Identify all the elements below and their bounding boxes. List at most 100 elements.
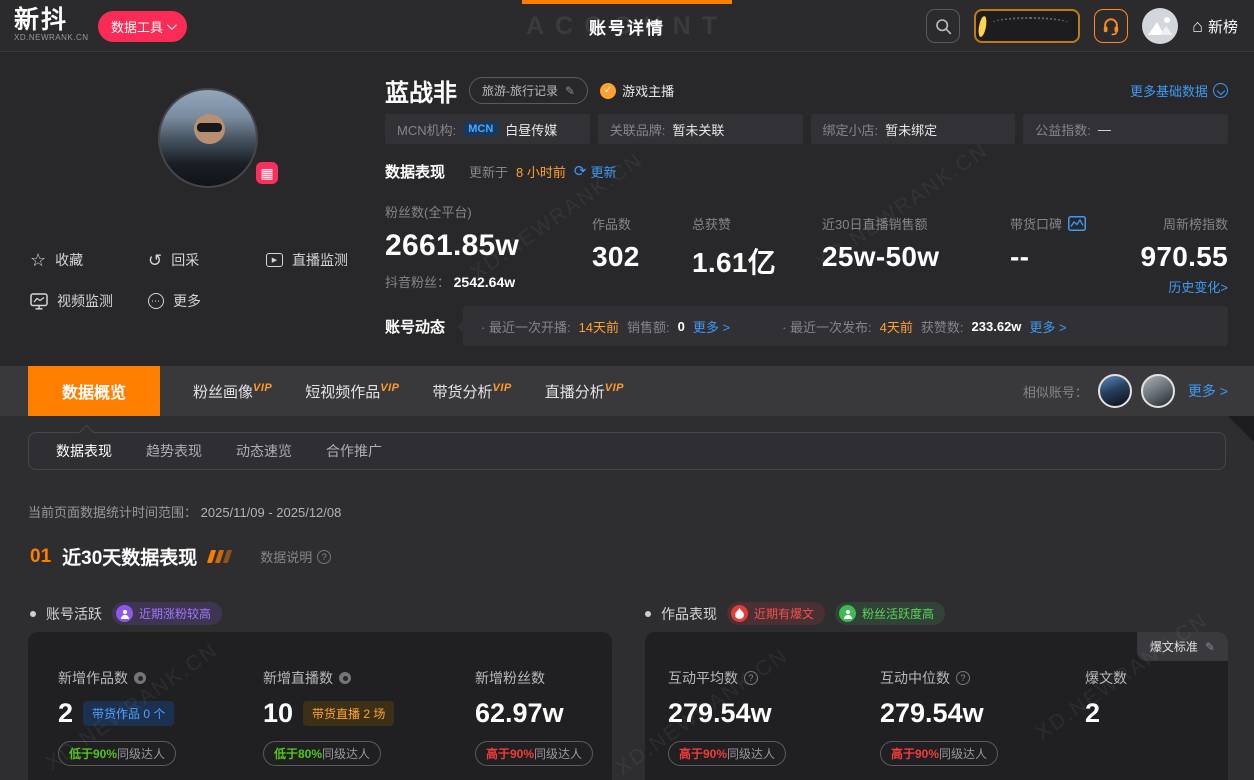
publish-more-link[interactable]: 更多 > <box>1029 317 1066 336</box>
eye-icon[interactable] <box>339 672 351 684</box>
compare-pill: 高于90% 同级达人 <box>475 741 593 766</box>
publish-likes-label: 获赞数: <box>921 317 964 336</box>
info-box-shop: 绑定小店: 暂未绑定 <box>811 114 1016 144</box>
sales-value: 25w-50w <box>822 241 939 273</box>
similar-account-avatar-1[interactable] <box>1098 374 1132 408</box>
compare-pill: 高于90% 同级达人 <box>668 741 786 766</box>
bullet-icon <box>30 611 36 617</box>
statistics-range: 当前页面数据统计时间范围： 2025/11/09 - 2025/12/08 <box>28 502 341 521</box>
group-works-performance-title: 作品表现 <box>661 604 717 624</box>
trend-chart-icon[interactable] <box>1068 216 1086 231</box>
action-recollect[interactable]: ↺ 回采 <box>148 250 199 270</box>
refresh-link[interactable]: ⟳ 更新 <box>574 162 617 181</box>
circle-chevron-down-icon <box>1213 83 1228 98</box>
tab-fans-portrait[interactable]: 粉丝画像VIP <box>193 381 272 402</box>
viral-count-value: 2 <box>1085 698 1100 729</box>
median-interaction-value: 279.54w <box>880 698 984 729</box>
tab-live-analysis[interactable]: 直播分析VIP <box>545 381 624 402</box>
data-performance-title: 数据表现 <box>385 161 445 182</box>
subtab-trend[interactable]: 趋势表现 <box>129 441 219 461</box>
account-avatar: ▦ <box>158 88 258 188</box>
bullet-icon <box>645 611 651 617</box>
section-number: 01 <box>30 546 51 568</box>
avatar-placeholder-icon <box>1142 8 1178 44</box>
avg-interaction-value: 279.54w <box>668 698 772 729</box>
tab-live-analysis-label: 直播分析 <box>545 381 605 402</box>
subtab-cooperation[interactable]: 合作推广 <box>309 441 399 461</box>
likes-value: 1.61亿 <box>692 241 776 281</box>
live-more-link[interactable]: 更多 > <box>693 317 730 336</box>
search-button[interactable] <box>926 9 960 43</box>
action-favorite[interactable]: ☆ 收藏 <box>30 250 83 270</box>
activity-panel: · 最近一次开播: 14天前 销售额: 0 更多 > · 最近一次发布: 4天前… <box>463 306 1228 346</box>
similar-accounts-more-link[interactable]: 更多 > <box>1188 381 1228 401</box>
badge-fan-growth-label: 近期涨粉较高 <box>139 605 211 622</box>
similar-account-avatar-2[interactable] <box>1141 374 1175 408</box>
flame-icon <box>731 605 748 622</box>
douyin-fans-label: 抖音粉丝： <box>385 275 450 290</box>
help-icon[interactable]: ? <box>956 671 970 685</box>
help-icon[interactable]: ? <box>744 671 758 685</box>
action-more[interactable]: ⋯ 更多 <box>148 291 201 311</box>
info-box-brand: 关联品牌: 暂未关联 <box>598 114 803 144</box>
search-icon <box>935 18 952 35</box>
more-icon: ⋯ <box>148 293 164 309</box>
category-tag[interactable]: 旅游-旅行记录 ✎ <box>469 77 588 104</box>
metric-avg-interaction: 互动平均数 ? 279.54w 高于90% 同级达人 <box>668 668 786 766</box>
section-header: 01 近30天数据表现 数据说明 ? <box>30 543 331 570</box>
statistics-range-value: 2025/11/09 - 2025/12/08 <box>201 505 342 520</box>
page-title: 账号详情 <box>589 14 665 39</box>
index-value: 970.55 <box>1141 241 1228 273</box>
more-basic-data-link[interactable]: 更多基础数据 <box>1130 81 1228 100</box>
subtab-dynamics[interactable]: 动态速览 <box>219 441 309 461</box>
group-account-activity-title: 账号活跃 <box>46 604 102 624</box>
tab-data-overview[interactable]: 数据概览 <box>28 366 160 416</box>
publish-likes-value: 233.62w <box>972 319 1022 334</box>
subtab-data-performance[interactable]: 数据表现 <box>39 441 129 461</box>
similar-accounts-label: 相似账号： <box>1023 382 1088 401</box>
person-icon <box>839 605 856 622</box>
compare-rest: 同级达人 <box>727 745 775 762</box>
mcn-value: 白昼传媒 <box>505 120 557 139</box>
tab-commerce-analysis[interactable]: 带货分析VIP <box>433 381 512 402</box>
viral-standard-label: 爆文标准 <box>1150 638 1198 655</box>
action-video-monitor[interactable]: 视频监测 <box>30 291 113 311</box>
data-note-link[interactable]: 数据说明 ? <box>260 547 331 566</box>
new-lives-label: 新增直播数 <box>263 668 333 688</box>
eye-icon[interactable] <box>134 672 146 684</box>
vip-badge: VIP <box>605 382 624 394</box>
newrank-home-link[interactable]: ⌂ 新榜 <box>1192 16 1238 37</box>
verified-badge: ✓ 游戏主播 <box>600 81 674 100</box>
mcn-badge: MCN <box>463 122 498 136</box>
median-interaction-label: 互动中位数 <box>880 668 950 688</box>
home-label: 新榜 <box>1208 16 1238 37</box>
promo-banner[interactable] <box>974 9 1080 43</box>
user-avatar[interactable] <box>1142 8 1178 44</box>
vip-badge: VIP <box>253 382 272 394</box>
logo[interactable]: 新抖 XD.NEWRANK.CN <box>14 7 89 42</box>
sub-tabbar: 数据表现 趋势表现 动态速览 合作推广 <box>28 432 1226 470</box>
logo-text: 新抖 <box>14 7 89 33</box>
data-performance-row: 数据表现 更新于 8 小时前 ⟳ 更新 <box>385 161 616 182</box>
category-label: 旅游-旅行记录 <box>482 82 558 99</box>
history-change-link[interactable]: 历史变化> <box>1141 277 1228 296</box>
edit-icon: ✎ <box>565 84 575 98</box>
compare-highlight: 低于80% <box>274 745 322 762</box>
karma-label: 带货口碑 <box>1010 214 1062 233</box>
action-live-monitor[interactable]: ▶ 直播监测 <box>266 250 348 270</box>
video-monitor-icon <box>30 293 48 310</box>
data-tools-button[interactable]: 数据工具 <box>98 11 187 42</box>
compare-rest: 同级达人 <box>534 745 582 762</box>
qr-code-badge[interactable]: ▦ <box>256 162 278 184</box>
updated-value: 8 小时前 <box>516 162 566 181</box>
verified-label: 游戏主播 <box>622 81 674 100</box>
compare-pill: 高于90% 同级达人 <box>880 741 998 766</box>
tab-short-video[interactable]: 短视频作品VIP <box>305 381 399 402</box>
new-fans-value: 62.97w <box>475 698 564 729</box>
support-button[interactable] <box>1094 9 1128 43</box>
viral-standard-button[interactable]: 爆文标准 ✎ <box>1137 632 1228 661</box>
header-right: ⌂ 新榜 <box>926 0 1238 52</box>
compare-highlight: 高于90% <box>679 745 727 762</box>
new-lives-value: 10 <box>263 698 293 729</box>
group-works-performance: 作品表现 近期有爆文 粉丝活跃度高 <box>645 602 945 625</box>
